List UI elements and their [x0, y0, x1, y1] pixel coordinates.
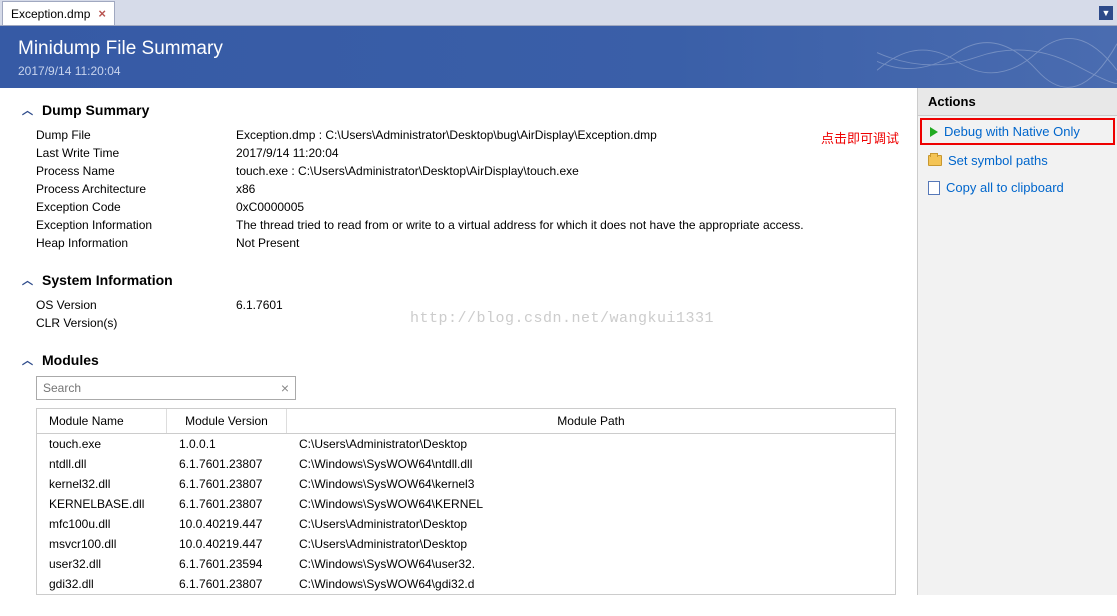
copy-label: Copy all to clipboard: [946, 180, 1064, 195]
dump-summary-grid: Dump FileException.dmp : C:\Users\Admini…: [36, 126, 917, 252]
cell-version: 6.1.7601.23807: [167, 574, 287, 594]
cell-path: C:\Users\Administrator\Desktop: [287, 534, 895, 554]
cell-path: C:\Windows\SysWOW64\kernel3: [287, 474, 895, 494]
kv-row: Process Architecturex86: [36, 180, 917, 198]
close-icon[interactable]: ×: [98, 6, 106, 21]
kv-val: Exception.dmp : C:\Users\Administrator\D…: [236, 126, 917, 144]
modules-header[interactable]: ︿ Modules: [22, 352, 917, 368]
cell-version: 6.1.7601.23807: [167, 494, 287, 514]
kv-val: 0xC0000005: [236, 198, 917, 216]
cell-name: gdi32.dll: [37, 574, 167, 594]
banner-wave-decoration: [877, 26, 1117, 88]
kv-row: OS Version6.1.7601: [36, 296, 917, 314]
copy-icon: [928, 181, 940, 195]
kv-row: Last Write Time2017/9/14 11:20:04: [36, 144, 917, 162]
actions-panel: Actions Debug with Native Only Set symbo…: [917, 88, 1117, 595]
kv-row: Heap InformationNot Present: [36, 234, 917, 252]
kv-val: Not Present: [236, 234, 917, 252]
cell-path: C:\Windows\SysWOW64\KERNEL: [287, 494, 895, 514]
cell-version: 10.0.40219.447: [167, 534, 287, 554]
kv-row: Dump FileException.dmp : C:\Users\Admini…: [36, 126, 917, 144]
debug-label: Debug with Native Only: [944, 124, 1080, 139]
dump-summary-heading: Dump Summary: [42, 102, 149, 118]
chevron-up-icon: ︿: [22, 272, 34, 288]
cell-version: 1.0.0.1: [167, 434, 287, 454]
tab-dropdown-icon[interactable]: ▼: [1099, 6, 1113, 20]
dump-summary-header[interactable]: ︿ Dump Summary: [22, 102, 917, 118]
symbol-label: Set symbol paths: [948, 153, 1048, 168]
cell-path: C:\Windows\SysWOW64\gdi32.d: [287, 574, 895, 594]
folder-icon: [928, 155, 942, 166]
kv-val: The thread tried to read from or write t…: [236, 216, 917, 234]
tab-bar: Exception.dmp × ▼: [0, 0, 1117, 26]
table-row[interactable]: kernel32.dll6.1.7601.23807C:\Windows\Sys…: [37, 474, 895, 494]
debug-native-only-button[interactable]: Debug with Native Only: [920, 118, 1115, 145]
banner: Minidump File Summary 2017/9/14 11:20:04: [0, 26, 1117, 88]
actions-heading: Actions: [918, 88, 1117, 116]
set-symbol-paths-button[interactable]: Set symbol paths: [918, 147, 1117, 174]
chevron-up-icon: ︿: [22, 352, 34, 368]
modules-table-body: touch.exe1.0.0.1C:\Users\Administrator\D…: [37, 434, 895, 594]
cell-path: C:\Windows\SysWOW64\user32.: [287, 554, 895, 574]
main-panel: ︿ Dump Summary Dump FileException.dmp : …: [0, 88, 917, 595]
kv-key: Heap Information: [36, 234, 236, 252]
cell-path: C:\Users\Administrator\Desktop: [287, 514, 895, 534]
kv-val: 6.1.7601: [236, 296, 917, 314]
cell-name: msvcr100.dll: [37, 534, 167, 554]
cell-name: ntdll.dll: [37, 454, 167, 474]
tab-label: Exception.dmp: [11, 7, 90, 21]
kv-key: Process Name: [36, 162, 236, 180]
cell-version: 6.1.7601.23807: [167, 474, 287, 494]
col-module-name[interactable]: Module Name: [37, 409, 167, 433]
chevron-up-icon: ︿: [22, 102, 34, 118]
cell-name: KERNELBASE.dll: [37, 494, 167, 514]
cell-path: C:\Users\Administrator\Desktop: [287, 434, 895, 454]
clear-icon[interactable]: ×: [281, 380, 289, 396]
kv-val: [236, 314, 917, 332]
kv-val: x86: [236, 180, 917, 198]
kv-row: Exception InformationThe thread tried to…: [36, 216, 917, 234]
cell-path: C:\Windows\SysWOW64\ntdll.dll: [287, 454, 895, 474]
annotation-text: 点击即可调试: [821, 128, 899, 147]
table-row[interactable]: ntdll.dll6.1.7601.23807C:\Windows\SysWOW…: [37, 454, 895, 474]
kv-row: CLR Version(s): [36, 314, 917, 332]
kv-key: CLR Version(s): [36, 314, 236, 332]
kv-row: Process Nametouch.exe : C:\Users\Adminis…: [36, 162, 917, 180]
cell-name: user32.dll: [37, 554, 167, 574]
cell-name: touch.exe: [37, 434, 167, 454]
search-input[interactable]: [43, 381, 281, 395]
col-module-version[interactable]: Module Version: [167, 409, 287, 433]
copy-all-button[interactable]: Copy all to clipboard: [918, 174, 1117, 201]
kv-key: Dump File: [36, 126, 236, 144]
system-info-heading: System Information: [42, 272, 173, 288]
kv-val: 2017/9/14 11:20:04: [236, 144, 917, 162]
kv-key: Process Architecture: [36, 180, 236, 198]
cell-version: 6.1.7601.23807: [167, 454, 287, 474]
modules-table-header: Module Name Module Version Module Path: [37, 409, 895, 434]
table-row[interactable]: user32.dll6.1.7601.23594C:\Windows\SysWO…: [37, 554, 895, 574]
modules-heading: Modules: [42, 352, 99, 368]
table-row[interactable]: gdi32.dll6.1.7601.23807C:\Windows\SysWOW…: [37, 574, 895, 594]
cell-name: kernel32.dll: [37, 474, 167, 494]
table-row[interactable]: touch.exe1.0.0.1C:\Users\Administrator\D…: [37, 434, 895, 454]
table-row[interactable]: KERNELBASE.dll6.1.7601.23807C:\Windows\S…: [37, 494, 895, 514]
kv-key: OS Version: [36, 296, 236, 314]
system-info-header[interactable]: ︿ System Information: [22, 272, 917, 288]
kv-val: touch.exe : C:\Users\Administrator\Deskt…: [236, 162, 917, 180]
system-info-grid: OS Version6.1.7601CLR Version(s): [36, 296, 917, 332]
col-module-path[interactable]: Module Path: [287, 409, 895, 433]
kv-key: Exception Code: [36, 198, 236, 216]
tab-exception-dmp[interactable]: Exception.dmp ×: [2, 1, 115, 25]
cell-version: 10.0.40219.447: [167, 514, 287, 534]
table-row[interactable]: msvcr100.dll10.0.40219.447C:\Users\Admin…: [37, 534, 895, 554]
kv-key: Exception Information: [36, 216, 236, 234]
kv-key: Last Write Time: [36, 144, 236, 162]
kv-row: Exception Code0xC0000005: [36, 198, 917, 216]
table-row[interactable]: mfc100u.dll10.0.40219.447C:\Users\Admini…: [37, 514, 895, 534]
cell-version: 6.1.7601.23594: [167, 554, 287, 574]
modules-search-wrap: ×: [36, 376, 296, 400]
play-icon: [930, 127, 938, 137]
cell-name: mfc100u.dll: [37, 514, 167, 534]
modules-table: Module Name Module Version Module Path t…: [36, 408, 896, 595]
